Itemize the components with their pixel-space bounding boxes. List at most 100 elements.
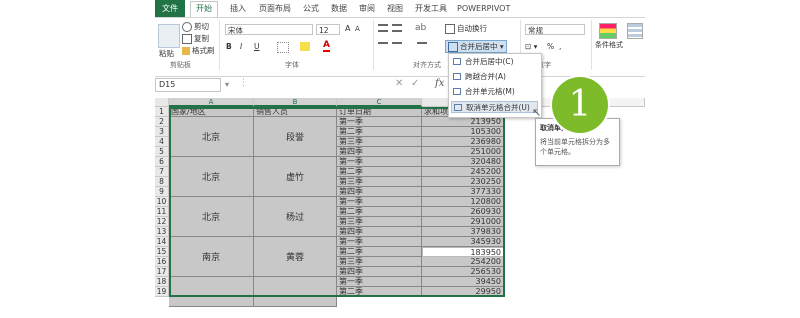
merged-person-cell[interactable]: 段誉	[254, 117, 337, 157]
percent-button[interactable]: %	[547, 42, 554, 51]
row-header[interactable]: 17	[155, 267, 169, 277]
merged-country-cell[interactable]: 北京	[169, 157, 254, 197]
bold-button[interactable]: B	[226, 42, 232, 51]
quarter-cell[interactable]: 第三季	[337, 257, 422, 267]
copy-button[interactable]: 复制	[182, 33, 209, 44]
quarter-cell[interactable]: 第一季	[337, 157, 422, 167]
grow-font-button[interactable]: A	[345, 24, 350, 33]
shrink-font-button[interactable]: A	[355, 25, 360, 33]
row-header[interactable]: 13	[155, 227, 169, 237]
cut-button[interactable]: 剪切	[182, 21, 209, 32]
quarter-cell[interactable]: 第一季	[337, 197, 422, 207]
amount-cell[interactable]: 251000	[422, 147, 505, 157]
column-header-a[interactable]: A	[169, 98, 254, 107]
amount-cell[interactable]: 377330	[422, 187, 505, 197]
row-header[interactable]: 9	[155, 187, 169, 197]
wrap-text-button[interactable]: 自动换行	[445, 23, 487, 34]
tab-data[interactable]: 数据	[329, 2, 349, 16]
align-top-icon[interactable]	[378, 24, 388, 32]
row-header[interactable]: 11	[155, 207, 169, 217]
tab-formulas[interactable]: 公式	[301, 2, 321, 16]
amount-cell[interactable]: 320480	[422, 157, 505, 167]
row-header[interactable]: 2	[155, 117, 169, 127]
amount-cell[interactable]: 39450	[422, 277, 505, 287]
row-header[interactable]: 6	[155, 157, 169, 167]
amount-cell[interactable]: 230250	[422, 177, 505, 187]
quarter-cell[interactable]: 第二季	[337, 287, 422, 297]
row-header[interactable]: 10	[155, 197, 169, 207]
tab-review[interactable]: 审阅	[357, 2, 377, 16]
conditional-format-icon[interactable]	[599, 23, 617, 39]
row-header[interactable]: 15	[155, 247, 169, 257]
enter-icon[interactable]: ✓	[411, 78, 419, 89]
row-header[interactable]: 3	[155, 127, 169, 137]
select-all-corner[interactable]	[155, 98, 169, 107]
orientation-icon[interactable]: ab	[415, 23, 426, 33]
comma-button[interactable]: ,	[559, 42, 561, 51]
merged-country-cell[interactable]	[169, 277, 254, 307]
quarter-cell[interactable]: 第一季	[337, 237, 422, 247]
menu-item-unmerge-cells[interactable]: 取消单元格合并(U)	[451, 101, 538, 113]
amount-cell[interactable]: 236980	[422, 137, 505, 147]
tab-developer[interactable]: 开发工具	[413, 2, 449, 16]
font-name-combo[interactable]: 宋体	[225, 24, 313, 35]
amount-cell[interactable]: 254200	[422, 257, 505, 267]
underline-button[interactable]: U	[254, 42, 260, 51]
amount-cell[interactable]: 120800	[422, 197, 505, 207]
align-left-icon[interactable]	[378, 42, 388, 50]
amount-cell[interactable]: 345930	[422, 237, 505, 247]
amount-cell[interactable]: 213950	[422, 117, 505, 127]
conditional-format-button[interactable]: 条件格式	[595, 40, 623, 50]
row-header[interactable]: 7	[155, 167, 169, 177]
tab-insert[interactable]: 插入	[227, 2, 249, 16]
quarter-cell[interactable]: 第四季	[337, 187, 422, 197]
menu-item-merge-across[interactable]: 跨越合并(A)	[451, 71, 538, 83]
column-header-c[interactable]: C	[337, 98, 422, 107]
row-header[interactable]: 14	[155, 237, 169, 247]
currency-icon[interactable]: ⊡ ▾	[525, 42, 537, 51]
quarter-cell[interactable]: 第三季	[337, 217, 422, 227]
row-header[interactable]: 4	[155, 137, 169, 147]
indent-icon[interactable]	[417, 42, 427, 50]
merged-person-cell[interactable]	[254, 277, 337, 307]
header-cell[interactable]: 订单日期	[337, 107, 422, 117]
menu-item-merge-center[interactable]: 合并后居中(C)	[451, 56, 538, 68]
format-painter-button[interactable]: 格式刷	[182, 45, 215, 56]
header-cell[interactable]: 国家/地区	[169, 107, 254, 117]
quarter-cell[interactable]: 第二季	[337, 247, 422, 257]
amount-cell[interactable]: 260930	[422, 207, 505, 217]
tab-view[interactable]: 视图	[385, 2, 405, 16]
row-header[interactable]: 19	[155, 287, 169, 297]
amount-cell[interactable]: 105300	[422, 127, 505, 137]
tab-page-layout[interactable]: 页面布局	[256, 2, 294, 16]
italic-button[interactable]: I	[240, 42, 242, 51]
merged-country-cell[interactable]: 南京	[169, 237, 254, 277]
quarter-cell[interactable]: 第四季	[337, 267, 422, 277]
quarter-cell[interactable]: 第二季	[337, 207, 422, 217]
namebox-dropdown-icon[interactable]: ▾	[225, 80, 229, 89]
column-header-b[interactable]: B	[254, 98, 337, 107]
tab-home[interactable]: 开始	[190, 1, 218, 18]
insert-function-icon[interactable]: fx	[435, 78, 444, 89]
row-header[interactable]: 16	[155, 257, 169, 267]
merged-country-cell[interactable]: 北京	[169, 197, 254, 237]
align-center-icon[interactable]	[392, 42, 402, 50]
cancel-icon[interactable]: ✕	[395, 78, 403, 89]
fill-color-icon[interactable]	[300, 42, 310, 51]
amount-cell[interactable]: 29950	[422, 287, 505, 297]
quarter-cell[interactable]: 第二季	[337, 127, 422, 137]
merged-person-cell[interactable]: 杨过	[254, 197, 337, 237]
menu-item-merge-cells[interactable]: 合并单元格(M)	[451, 86, 538, 98]
table-format-icon[interactable]	[627, 23, 643, 39]
number-format-combo[interactable]: 常规	[525, 24, 585, 35]
tab-powerpivot[interactable]: POWERPIVOT	[457, 2, 510, 16]
name-box[interactable]: D15	[155, 78, 221, 92]
align-middle-icon[interactable]	[392, 24, 402, 32]
border-icon[interactable]	[277, 42, 289, 53]
font-color-icon[interactable]: A	[323, 40, 330, 52]
amount-cell[interactable]: 245200	[422, 167, 505, 177]
quarter-cell[interactable]: 第一季	[337, 117, 422, 127]
active-cell[interactable]: 183950	[422, 247, 505, 257]
quarter-cell[interactable]: 第二季	[337, 167, 422, 177]
font-size-combo[interactable]: 12	[316, 24, 340, 35]
